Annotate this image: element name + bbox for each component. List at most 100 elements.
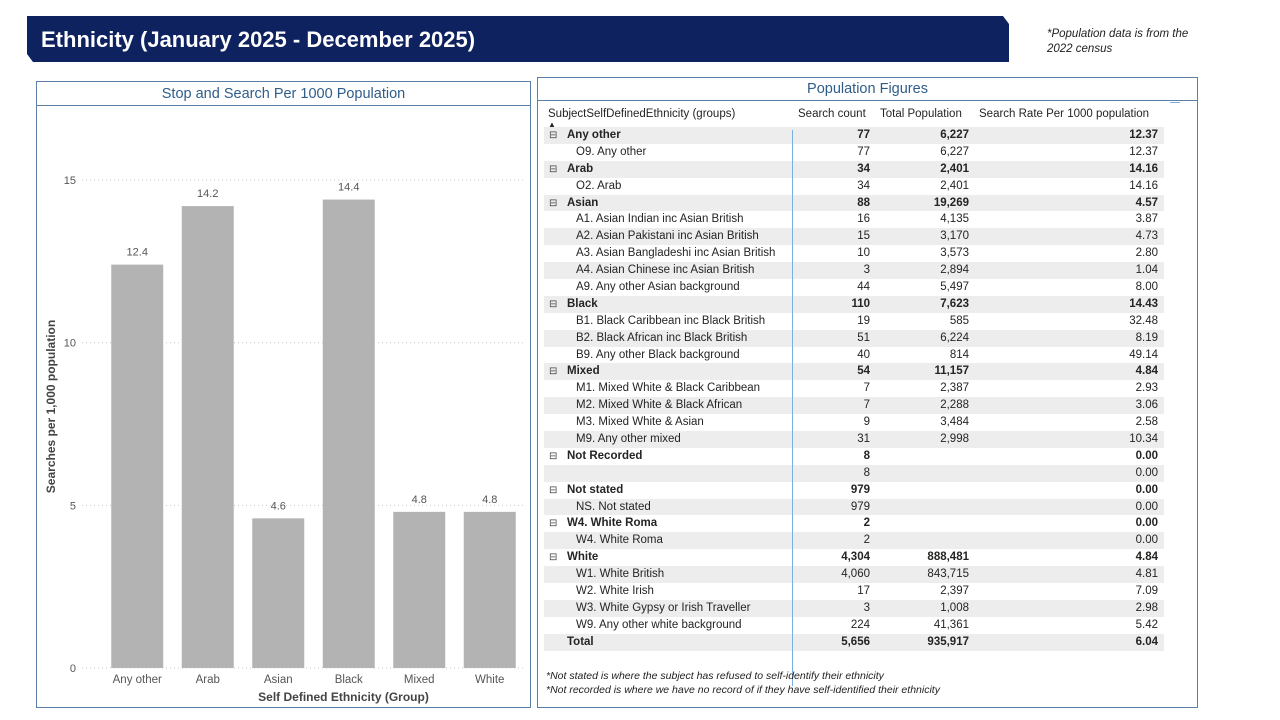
- population-cell: 6,227: [940, 145, 969, 158]
- search-rate-cell: 7.09: [1135, 585, 1158, 598]
- table-group-row[interactable]: ⊟ Arab 34 2,401 14.16: [544, 160, 1164, 178]
- bar-chart[interactable]: 0 5 10 15 12.4 Any other 14.2 Arab 4.6 Asian 14.4 B…: [37, 82, 530, 707]
- table-row[interactable]: A9. Any other Asian background 44 5,497 8.0…: [544, 279, 1164, 296]
- population-cell: 3,484: [940, 416, 969, 429]
- search-count-cell: 34: [857, 179, 870, 192]
- search-rate-cell: 3.06: [1135, 399, 1158, 412]
- population-cell: 3,573: [940, 247, 969, 260]
- row-label: M1. Mixed White & Black Caribbean: [576, 382, 761, 395]
- row-label: O9. Any other: [576, 145, 647, 158]
- table-row[interactable]: W1. White British 4,060 843,715 4.81: [544, 566, 1164, 584]
- search-count-cell: 110: [851, 297, 870, 310]
- column-header-search-count[interactable]: Search count: [798, 108, 866, 120]
- table-row[interactable]: B9. Any other Black background 40 814 49.14: [544, 347, 1164, 364]
- row-label: Arab: [567, 162, 594, 175]
- table-row[interactable]: A1. Asian Indian inc Asian British 16 4,13…: [544, 211, 1164, 228]
- search-count-cell: 40: [857, 348, 870, 361]
- bar[interactable]: [252, 518, 305, 668]
- population-cell: 888,481: [927, 551, 969, 564]
- search-rate-cell: 1.04: [1135, 264, 1158, 277]
- bar[interactable]: [111, 264, 164, 668]
- table-row[interactable]: W2. White Irish 17 2,397 7.09: [544, 583, 1164, 600]
- table-group-row[interactable]: ⊟ Any other 77 6,227 12.37: [544, 127, 1164, 144]
- row-label: Mixed: [567, 365, 600, 378]
- table-row[interactable]: M9. Any other mixed 31 2,998 10.34: [544, 431, 1164, 448]
- collapse-icon[interactable]: ⊟: [549, 161, 557, 178]
- bar-data-label: 4.8: [412, 494, 427, 506]
- search-rate-cell: 5.42: [1135, 618, 1158, 631]
- search-rate-cell: 14.16: [1129, 179, 1158, 192]
- table-row[interactable]: A2. Asian Pakistani inc Asian British 15 3…: [544, 228, 1164, 246]
- search-count-cell: 5,656: [841, 635, 870, 648]
- header-banner: Ethnicity (January 2025 - December 2025): [27, 16, 1009, 62]
- bar[interactable]: [463, 511, 516, 668]
- row-label: B1. Black Caribbean inc Black British: [576, 314, 766, 327]
- search-rate-cell: 12.37: [1129, 145, 1158, 158]
- y-tick-label: 15: [64, 175, 76, 187]
- search-rate-cell: 6.04: [1135, 635, 1158, 648]
- search-rate-cell: 4.81: [1135, 568, 1158, 581]
- table-row[interactable]: O9. Any other 77 6,227 12.37: [544, 144, 1164, 161]
- table-row[interactable]: W3. White Gypsy or Irish Traveller 3 1,008…: [544, 599, 1164, 617]
- collapse-icon[interactable]: ⊟: [549, 296, 557, 313]
- chart-panel[interactable]: Stop and Search Per 1000 Population 0 5 10…: [36, 81, 531, 708]
- search-rate-cell: 0.00: [1135, 449, 1158, 462]
- search-rate-cell: 12.37: [1129, 129, 1158, 141]
- table-group-row[interactable]: ⊟ Not Recorded 8 0.00: [544, 448, 1164, 465]
- search-rate-cell: 4.73: [1135, 230, 1158, 243]
- collapse-icon[interactable]: ⊟: [549, 127, 557, 144]
- row-label: Total: [567, 635, 594, 648]
- table-row[interactable]: B1. Black Caribbean inc Black British 19 5…: [544, 313, 1164, 330]
- search-rate-cell: 49.14: [1129, 348, 1158, 361]
- table-row[interactable]: B2. Black African inc Black British 51 6,2…: [544, 329, 1164, 347]
- population-cell: 3,170: [940, 230, 969, 243]
- bar-data-label: 14.4: [338, 182, 359, 194]
- table-row[interactable]: W9. Any other white background 224 41,361 5…: [544, 617, 1164, 634]
- table-group-row[interactable]: ⊟ Asian 88 19,269 4.57: [544, 194, 1164, 212]
- table-total-row[interactable]: Total 5,656 935,917 6.04: [544, 633, 1164, 651]
- table-row[interactable]: W4. White Roma 2 0.00: [544, 532, 1164, 550]
- search-count-cell: 7: [863, 399, 870, 412]
- y-tick-label: 5: [70, 500, 76, 512]
- row-label: W2. White Irish: [576, 585, 654, 598]
- row-label: Any other: [567, 129, 621, 141]
- table-row[interactable]: M1. Mixed White & Black Caribbean 7 2,387 2…: [544, 380, 1164, 397]
- collapse-icon[interactable]: ⊟: [549, 482, 557, 499]
- table-row[interactable]: A4. Asian Chinese inc Asian British 3 2,89…: [544, 262, 1164, 280]
- table-row[interactable]: 8 0.00: [544, 464, 1164, 482]
- table-group-row[interactable]: ⊟ Black 110 7,623 14.43: [544, 295, 1164, 313]
- table-group-row[interactable]: ⊟ Not stated 979 0.00: [544, 482, 1164, 499]
- y-tick-label: 0: [70, 663, 76, 675]
- search-rate-cell: 4.84: [1135, 551, 1158, 564]
- collapse-icon[interactable]: ⊟: [549, 363, 557, 380]
- table-group-row[interactable]: ⊟ Mixed 54 11,157 4.84: [544, 363, 1164, 381]
- row-label: A2. Asian Pakistani inc Asian British: [576, 230, 759, 243]
- search-count-cell: 88: [857, 196, 870, 209]
- column-header-search-rate[interactable]: Search Rate Per 1000 population: [979, 108, 1149, 120]
- search-rate-cell: 4.84: [1135, 365, 1158, 378]
- search-rate-cell: 8.19: [1135, 331, 1158, 344]
- x-tick-label: Arab: [196, 674, 220, 686]
- table-row[interactable]: A3. Asian Bangladeshi inc Asian British 1…: [544, 245, 1164, 262]
- table-row[interactable]: M3. Mixed White & Asian 9 3,484 2.58: [544, 414, 1164, 431]
- collapse-icon[interactable]: ⊟: [549, 195, 557, 212]
- scrollbar-indicator[interactable]: [1170, 102, 1180, 103]
- bar[interactable]: [322, 199, 375, 668]
- table-group-row[interactable]: ⊟ White 4,304 888,481 4.84: [544, 549, 1164, 566]
- search-count-cell: 44: [857, 281, 870, 294]
- collapse-icon[interactable]: ⊟: [549, 448, 557, 465]
- table-panel[interactable]: Population Figures SubjectSelfDefinedEth…: [537, 77, 1198, 708]
- collapse-icon[interactable]: ⊟: [549, 549, 557, 566]
- population-cell: 11,157: [934, 365, 969, 378]
- table-group-row[interactable]: ⊟ W4. White Roma 2 0.00: [544, 515, 1164, 532]
- bar[interactable]: [181, 206, 234, 669]
- column-header-total-population[interactable]: Total Population: [880, 108, 962, 120]
- table-row[interactable]: M2. Mixed White & Black African 7 2,288 3.0…: [544, 397, 1164, 415]
- table-row[interactable]: O2. Arab 34 2,401 14.16: [544, 178, 1164, 195]
- table-row[interactable]: NS. Not stated 979 0.00: [544, 498, 1164, 516]
- bar[interactable]: [393, 511, 446, 668]
- column-header-ethnicity[interactable]: SubjectSelfDefinedEthnicity (groups): [548, 108, 735, 120]
- collapse-icon[interactable]: ⊟: [549, 515, 557, 532]
- row-label: White: [567, 551, 599, 564]
- search-rate-cell: 2.98: [1135, 601, 1158, 614]
